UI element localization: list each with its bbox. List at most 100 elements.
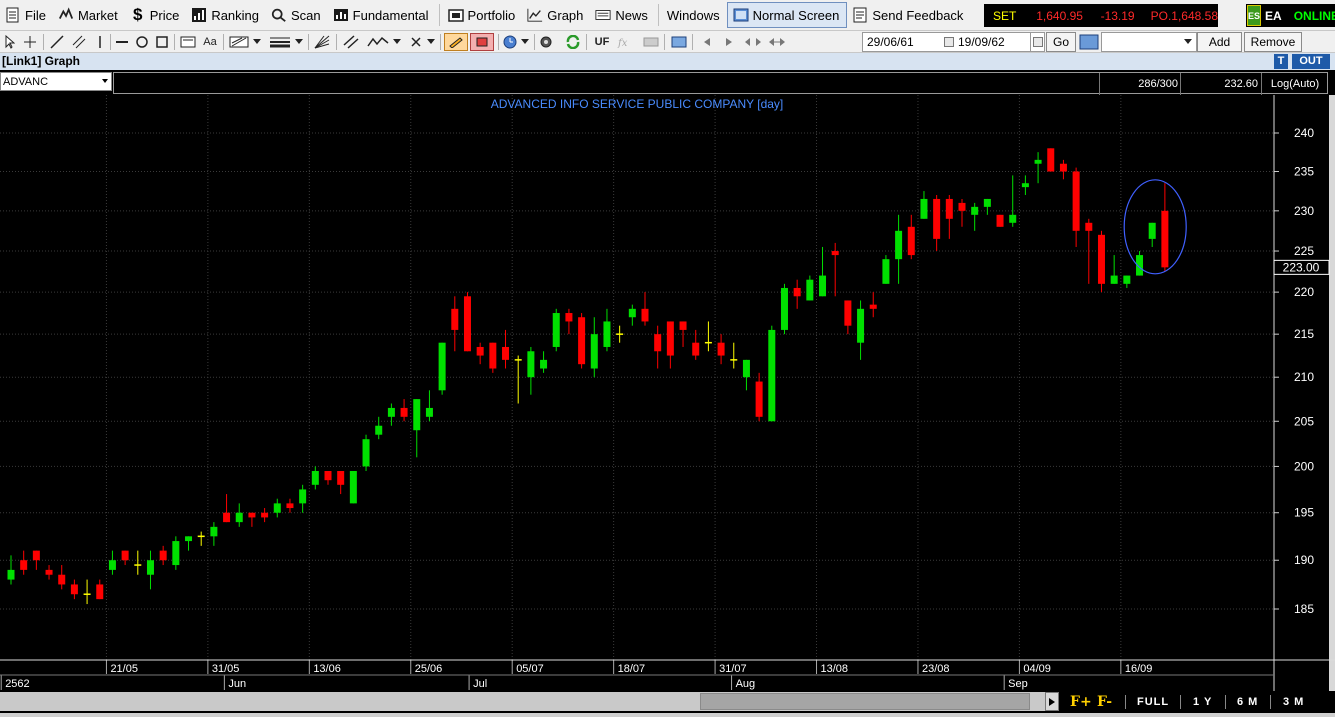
arrow-right-icon[interactable] bbox=[722, 33, 736, 51]
scrollbar-thumb[interactable] bbox=[700, 693, 1030, 710]
gann-fan-icon[interactable] bbox=[312, 33, 332, 51]
y-tick-label: 200 bbox=[1294, 459, 1314, 473]
candle-body bbox=[527, 351, 535, 378]
template-select[interactable] bbox=[1101, 32, 1197, 52]
parallel-lines-icon[interactable] bbox=[340, 33, 362, 51]
menu-windows[interactable]: Windows bbox=[662, 2, 727, 28]
toolbar-separator bbox=[664, 34, 665, 50]
menu-market[interactable]: Market bbox=[53, 2, 125, 28]
horizontal-scrollbar[interactable] bbox=[0, 692, 1045, 711]
candle-body bbox=[1085, 222, 1093, 231]
add-button[interactable]: Add bbox=[1197, 32, 1242, 52]
chart-template-icon[interactable] bbox=[1078, 33, 1100, 51]
range-3m-button[interactable]: 3 M bbox=[1283, 694, 1304, 710]
zoom-out-button[interactable]: F- bbox=[1097, 692, 1112, 711]
menu-file[interactable]: File bbox=[0, 2, 53, 28]
image-icon[interactable] bbox=[670, 33, 688, 51]
horizontal-line-icon[interactable] bbox=[113, 33, 131, 51]
price-chart[interactable]: ADVANCED INFO SERVICE PUBLIC COMPANY [da… bbox=[0, 95, 1335, 691]
candle-body bbox=[96, 584, 104, 600]
zoom-in-button[interactable]: F+ bbox=[1070, 692, 1092, 711]
zigzag-icon[interactable] bbox=[366, 33, 390, 51]
menu-file-label: File bbox=[25, 7, 46, 23]
chevron-down-icon[interactable] bbox=[252, 33, 262, 51]
t-button[interactable]: T bbox=[1274, 54, 1288, 69]
graph-window-titlebar: [Link1] Graph T OUT bbox=[0, 53, 1335, 70]
line-style-icon[interactable] bbox=[268, 33, 292, 51]
candle-body bbox=[286, 503, 294, 509]
menu-news[interactable]: News bbox=[590, 2, 655, 28]
range-6m-button[interactable]: 6 M bbox=[1237, 694, 1258, 710]
expand-horizontal-icon[interactable] bbox=[744, 33, 762, 51]
candle-body bbox=[108, 560, 116, 570]
circle-icon[interactable] bbox=[134, 33, 150, 51]
candle-body bbox=[882, 259, 890, 284]
market-icon bbox=[58, 7, 74, 23]
tools-icon[interactable] bbox=[640, 33, 662, 51]
move-icon[interactable] bbox=[768, 33, 786, 51]
send-feedback-button[interactable]: Send Feedback bbox=[847, 2, 970, 28]
candle-body bbox=[1123, 275, 1131, 284]
menu-fundamental[interactable]: Fundamental bbox=[328, 2, 436, 28]
range-full-button[interactable]: FULL bbox=[1137, 694, 1169, 710]
y-tick-label: 225 bbox=[1294, 244, 1314, 258]
fibonacci-icon[interactable] bbox=[228, 33, 250, 51]
menu-price[interactable]: $ Price bbox=[125, 2, 187, 28]
refresh-icon[interactable] bbox=[564, 33, 582, 51]
chevron-down-icon[interactable] bbox=[426, 33, 436, 51]
clock-icon[interactable] bbox=[502, 33, 518, 51]
menu-graph-label: Graph bbox=[547, 7, 584, 23]
x-date-label: 31/07 bbox=[719, 663, 747, 675]
candle-body bbox=[1009, 214, 1017, 223]
candle-body bbox=[1021, 183, 1029, 188]
vertical-line-icon[interactable] bbox=[93, 33, 107, 51]
checkbox-icon bbox=[1032, 37, 1043, 47]
candle-body bbox=[1097, 234, 1105, 284]
menu-scan[interactable]: Scan bbox=[266, 2, 328, 28]
channel-icon[interactable] bbox=[70, 33, 88, 51]
candle-body bbox=[58, 574, 66, 585]
chevron-down-icon[interactable] bbox=[294, 33, 304, 51]
y-tick-label: 190 bbox=[1294, 553, 1314, 567]
normal-screen-button[interactable]: Normal Screen bbox=[726, 2, 848, 28]
trendline-icon[interactable] bbox=[48, 33, 66, 51]
scroll-right-icon[interactable] bbox=[1045, 692, 1059, 711]
pencil-icon[interactable] bbox=[444, 33, 468, 51]
crosshair-icon[interactable] bbox=[22, 33, 38, 51]
menu-graph[interactable]: Graph bbox=[522, 2, 590, 28]
candle-body bbox=[983, 198, 991, 207]
text-tool[interactable]: Aa bbox=[201, 33, 219, 51]
pointer-icon[interactable] bbox=[3, 33, 17, 51]
note-icon[interactable] bbox=[179, 33, 197, 51]
rectangle-icon[interactable] bbox=[154, 33, 170, 51]
range-1y-button[interactable]: 1 Y bbox=[1193, 694, 1212, 710]
candle-body bbox=[121, 550, 129, 561]
ranking-icon bbox=[191, 7, 207, 23]
go-button[interactable]: Go bbox=[1046, 32, 1076, 52]
chevron-down-icon[interactable] bbox=[392, 33, 402, 51]
menu-ranking[interactable]: Ranking bbox=[186, 2, 266, 28]
candle-body bbox=[146, 560, 154, 575]
out-button[interactable]: OUT bbox=[1292, 54, 1330, 69]
symbol-select[interactable]: ADVANC bbox=[0, 72, 112, 91]
date-from-value: 29/06/61 bbox=[867, 35, 914, 49]
uf-button[interactable]: UF bbox=[592, 33, 612, 51]
delete-icon[interactable] bbox=[408, 33, 424, 51]
toolbar-separator bbox=[110, 34, 111, 50]
x-month-label: Jul bbox=[473, 678, 487, 690]
candle-body bbox=[20, 560, 28, 570]
calendar-icon[interactable] bbox=[944, 37, 954, 47]
candle-body bbox=[844, 300, 852, 326]
menu-portfolio[interactable]: Portfolio bbox=[443, 2, 523, 28]
settings-icon[interactable] bbox=[538, 33, 554, 51]
formula-icon[interactable]: fx bbox=[616, 33, 638, 51]
chevron-down-icon[interactable] bbox=[520, 33, 530, 51]
date-to-checkbox[interactable] bbox=[1030, 32, 1045, 52]
arrow-left-icon[interactable] bbox=[700, 33, 714, 51]
remove-button[interactable]: Remove bbox=[1244, 32, 1302, 52]
scale-mode[interactable]: Log(Auto) bbox=[1264, 78, 1326, 90]
candle-body bbox=[248, 512, 256, 518]
eraser-icon[interactable] bbox=[470, 33, 494, 51]
connection-status: ES EA ONLINE bbox=[1246, 4, 1335, 27]
y-tick-label: 205 bbox=[1294, 414, 1314, 428]
